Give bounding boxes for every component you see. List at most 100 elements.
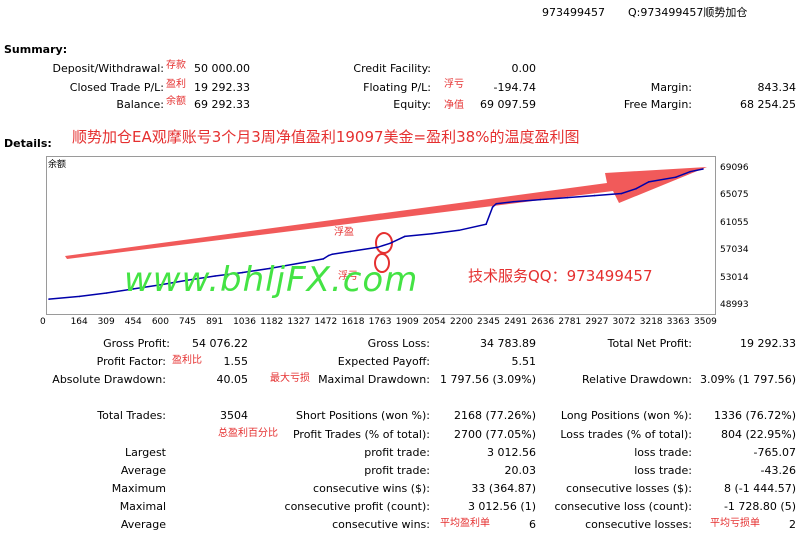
x-tick-label: 1472 (314, 317, 338, 327)
x-tick-label: 1763 (368, 317, 392, 327)
closed-pl-value: 19 292.33 (194, 81, 250, 94)
largest-profit-label: profit trade: (364, 446, 430, 459)
avg-losses-note: 平均亏损单 (710, 518, 760, 529)
equity-label: Equity: (393, 98, 431, 111)
total-trades-label: Total Trades: (97, 409, 166, 422)
expected-payoff-value: 5.51 (511, 355, 537, 368)
x-tick-label: 3218 (639, 317, 663, 327)
long-positions-label: Long Positions (won %): (560, 409, 692, 422)
relative-drawdown-value: 3.09% (1 797.56) (699, 373, 796, 386)
balance-point (349, 250, 352, 253)
deposit-label: Deposit/Withdrawal: (52, 62, 164, 75)
x-tick-label: 0 (40, 317, 46, 327)
balance-point (495, 202, 498, 205)
x-tick-label: 164 (70, 317, 88, 327)
balance-point (675, 176, 677, 178)
average-profit-label: profit trade: (364, 464, 430, 477)
gross-profit-value: 54 076.22 (192, 337, 248, 350)
floating-pl-value: -194.74 (493, 81, 536, 94)
max-consecutive-loss-value: -1 728.80 (5) (723, 500, 796, 513)
free-margin-value: 68 254.25 (740, 98, 796, 111)
watermark: www.bhljFX.com (124, 260, 419, 300)
gross-loss-label: Gross Loss: (367, 337, 430, 350)
closed-pl-label: Closed Trade P/L: (69, 81, 164, 94)
x-tick-label: 2200 (450, 317, 473, 327)
total-trades-value: 3504 (220, 409, 248, 422)
average-loss-label: loss trade: (634, 464, 692, 477)
max-consecutive-profit-label: consecutive profit (count): (284, 500, 430, 513)
maximal-label: Maximal (119, 500, 166, 513)
details-label: Details: (4, 137, 52, 150)
closed-pl-note: 盈利 (166, 79, 186, 90)
equity-value: 69 097.59 (480, 98, 536, 111)
balance-point (404, 235, 406, 238)
average-profit-value: 20.03 (504, 464, 537, 477)
balance-value: 69 292.33 (194, 98, 250, 111)
floating-pl-label: Floating P/L: (363, 81, 431, 94)
balance-point (485, 223, 487, 225)
x-tick-label: 454 (124, 317, 142, 327)
avg-consecutive-losses-value: 2 (789, 518, 796, 531)
maximum-label: Maximum (111, 482, 166, 495)
balance-point (331, 253, 334, 255)
absolute-drawdown-value: 40.05 (216, 373, 249, 386)
summary-title: Summary: (4, 43, 68, 56)
max-consecutive-profit-value: 3 012.56 (1) (467, 500, 536, 513)
average-label: Average (120, 464, 166, 477)
balance-point (648, 181, 650, 183)
x-tick-label: 1327 (287, 317, 311, 327)
profit-factor-note: 盈利比 (172, 355, 202, 366)
avg-wins-note: 平均盈利单 (440, 518, 490, 529)
x-tick-label: 309 (97, 317, 115, 327)
absolute-drawdown-label: Absolute Drawdown: (52, 373, 166, 386)
service-contact: 技术服务QQ：973499457 (468, 267, 653, 285)
loss-trades-value: 804 (22.95%) (720, 428, 796, 441)
x-tick-label: 2636 (531, 317, 555, 327)
free-margin-label: Free Margin: (623, 98, 692, 111)
balance-point (431, 232, 433, 235)
balance-point (539, 198, 542, 201)
y-tick-label: 65075 (720, 190, 749, 201)
avg-consecutive-losses-label: consecutive losses: (585, 518, 692, 531)
credit-label: Credit Facility: (353, 62, 431, 75)
margin-label: Margin: (650, 81, 692, 94)
profit-trades-value: 2700 (77.05%) (453, 428, 536, 441)
x-tick-label: 3509 (694, 317, 717, 327)
profit-percent-note: 总盈利百分比 (218, 428, 278, 439)
balance-point (593, 194, 596, 197)
credit-value: 0.00 (511, 62, 537, 75)
profit-factor-label: Profit Factor: (96, 355, 166, 368)
x-tick-label: 2345 (477, 317, 500, 327)
x-tick-label: 600 (151, 317, 169, 327)
max-drawdown-note: 最大亏损 (270, 373, 310, 384)
y-tick-label: 53014 (720, 272, 749, 283)
largest-loss-value: -765.07 (753, 446, 796, 459)
profit-trades-label: Profit Trades (% of total): (292, 428, 430, 441)
gross-loss-value: 34 783.89 (480, 337, 536, 350)
max-consecutive-loss-label: consecutive loss (count): (554, 500, 692, 513)
relative-drawdown-label: Relative Drawdown: (582, 373, 692, 386)
x-tick-label: 2927 (585, 317, 609, 327)
max-consecutive-wins-label: consecutive wins ($): (313, 482, 430, 495)
short-positions-label: Short Positions (won %): (295, 409, 430, 422)
total-net-value: 19 292.33 (740, 337, 796, 350)
short-positions-value: 2168 (77.26%) (453, 409, 536, 422)
avg-consecutive-wins-value: 6 (529, 518, 536, 531)
x-tick-label: 891 (206, 317, 224, 327)
long-positions-value: 1336 (76.72%) (713, 409, 796, 422)
x-tick-label: 2781 (558, 317, 582, 327)
max-consecutive-losses-value: 8 (-1 444.57) (723, 482, 796, 495)
expected-payoff-label: Expected Payoff: (337, 355, 430, 368)
balance-point (512, 200, 515, 203)
average2-label: Average (120, 518, 166, 531)
x-tick-label: 3072 (612, 317, 636, 327)
x-tick-label: 2054 (422, 317, 446, 327)
x-tick-label: 1036 (233, 317, 256, 327)
qq-contact: Q:973499457顺势加仓 (628, 6, 748, 19)
y-tick-label: 69096 (720, 163, 749, 173)
chart-corner-label: 余额 (48, 160, 67, 170)
balance-note: 余额 (166, 96, 186, 107)
balance-point (702, 168, 704, 170)
x-tick-label: 3363 (666, 317, 690, 327)
largest-profit-value: 3 012.56 (487, 446, 536, 459)
